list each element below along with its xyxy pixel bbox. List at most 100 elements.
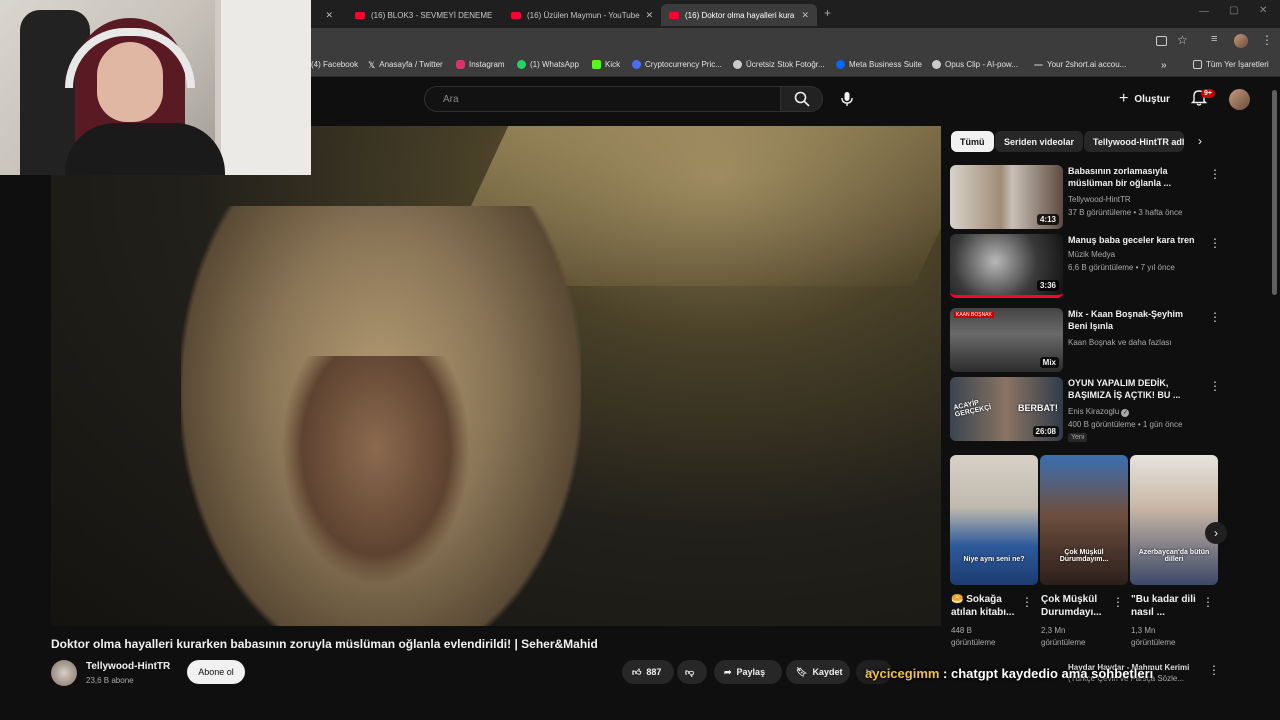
address-bar-row: ☆ ≡ ⋮ xyxy=(311,28,1280,56)
bookmark-opus[interactable]: Opus Clip - AI-pow... xyxy=(932,60,1018,69)
dislike-button[interactable]: 👎︎ xyxy=(677,660,707,684)
new-tab-button[interactable]: + xyxy=(824,6,831,20)
youtube-icon xyxy=(355,11,365,19)
chat-overlay-message: aycicegimm : chatgpt kaydedio ama sohbet… xyxy=(865,666,1154,681)
install-icon[interactable] xyxy=(1156,36,1167,46)
chip-channel[interactable]: Tellywood-HintTR adl xyxy=(1084,131,1184,152)
plus-icon: + xyxy=(1119,90,1129,107)
video-thumbnail[interactable]: ACAYİP GERÇEKÇİ BERBAT! 26:08 xyxy=(950,377,1063,441)
save-button[interactable]: 🔖︎ Kaydet xyxy=(786,660,850,684)
tab-blok3[interactable]: (16) BLOK3 - SEVMEYİ DENEME ✕ xyxy=(347,4,499,26)
scrollbar[interactable] xyxy=(1272,90,1277,295)
share-button[interactable]: ➦ Paylaş xyxy=(714,660,782,684)
video-player[interactable] xyxy=(51,126,941,626)
star-icon[interactable]: ☆ xyxy=(1177,33,1188,47)
short-views: 1,3 Mn görüntüleme xyxy=(1131,626,1176,647)
voice-search-button[interactable] xyxy=(833,86,861,112)
key-icon xyxy=(733,60,742,69)
subscriber-count: 23,6 B abone xyxy=(86,676,134,685)
short-thumbnail[interactable]: Çok Müşkül Durumdayım... xyxy=(1040,455,1128,585)
bookmark-facebook[interactable]: (4) Facebook xyxy=(311,60,358,69)
2short-icon xyxy=(1034,63,1043,66)
short-views: 2,3 Mn görüntüleme xyxy=(1041,626,1086,647)
bookmark-crypto[interactable]: Cryptocurrency Pric... xyxy=(632,60,722,69)
bookmark-icon: 🔖︎ xyxy=(796,666,808,677)
search-button[interactable] xyxy=(781,86,823,112)
maximize-button[interactable]: ▢ xyxy=(1229,5,1238,16)
microphone-icon xyxy=(841,92,853,106)
tab-doktor[interactable]: (16) Doktor olma hayalleri kura ✕ xyxy=(661,4,817,26)
short-title[interactable]: 🥯 Sokağa atılan kitabı... xyxy=(951,593,1029,619)
bookmark-instagram[interactable]: Instagram xyxy=(456,60,505,69)
coin-icon xyxy=(632,60,641,69)
verified-icon: ✓ xyxy=(1121,409,1130,417)
x-icon: 𝕏 xyxy=(368,60,376,70)
bookmark-twitter[interactable]: 𝕏 Anasayfa / Twitter xyxy=(368,60,443,70)
short-thumbnail[interactable]: Azerbaycan'da bütün dilleri xyxy=(1130,455,1218,585)
youtube-icon xyxy=(511,11,521,19)
thumbs-down-icon: 👎︎ xyxy=(685,666,695,677)
video-thumbnail[interactable]: 4:13 xyxy=(950,165,1063,229)
bookmark-2short[interactable]: Your 2short.ai accou... xyxy=(1034,60,1126,69)
more-options-icon[interactable]: ⋮ xyxy=(1208,663,1220,677)
chevron-right-icon[interactable]: › xyxy=(1205,522,1227,544)
bookmark-whatsapp[interactable]: (1) WhatsApp xyxy=(517,60,579,69)
youtube-icon xyxy=(669,11,679,19)
create-button[interactable]: + Oluştur xyxy=(1119,88,1170,110)
chip-all[interactable]: Tümü xyxy=(951,131,994,152)
minimize-button[interactable]: — xyxy=(1199,6,1209,17)
account-avatar[interactable] xyxy=(1229,89,1250,110)
more-options-icon[interactable]: ⋮ xyxy=(1021,595,1033,609)
related-video[interactable]: ACAYİP GERÇEKÇİ BERBAT! 26:08 OYUN YAPAL… xyxy=(950,377,1221,443)
bookmarks-bar: (4) Facebook 𝕏 Anasayfa / Twitter Instagr… xyxy=(311,56,1280,77)
bookmark-kick[interactable]: Kick xyxy=(592,60,620,69)
bookmarks-overflow-icon[interactable]: » xyxy=(1161,60,1167,71)
close-icon[interactable]: ✕ xyxy=(492,10,499,21)
more-options-icon[interactable]: ⋮ xyxy=(1209,167,1221,181)
channel-name[interactable]: Tellywood-HintTR xyxy=(86,661,170,672)
more-options-icon[interactable]: ⋮ xyxy=(1202,595,1214,609)
tab-maymun[interactable]: (16) Üzülen Maymun - YouTube ✕ xyxy=(503,4,655,26)
related-video[interactable]: KAAN BOŞNAK Mix Mix - Kaan Boşnak-Şeyhim… xyxy=(950,308,1221,374)
tab-partial[interactable]: ✕ xyxy=(311,4,341,26)
channel-avatar[interactable] xyxy=(51,660,77,686)
video-thumbnail[interactable]: 3:36 xyxy=(950,234,1063,298)
short-thumbnail[interactable]: Niye aynı seni ne? xyxy=(950,455,1038,585)
video-title: Doktor olma hayalleri kurarken babasının… xyxy=(51,637,598,651)
share-icon: ➦ xyxy=(724,666,732,677)
close-window-button[interactable]: ✕ xyxy=(1259,5,1267,16)
close-icon[interactable]: ✕ xyxy=(795,10,809,21)
tab-label: (16) BLOK3 - SEVMEYİ DENEME xyxy=(371,10,493,20)
menu-icon[interactable]: ⋮ xyxy=(1261,33,1273,47)
close-icon[interactable]: ✕ xyxy=(640,10,654,21)
chevron-right-icon[interactable]: › xyxy=(1198,134,1202,148)
instagram-icon xyxy=(456,60,465,69)
subscribe-button[interactable]: Abone ol xyxy=(187,660,245,684)
related-video[interactable]: 4:13 Babasının zorlamasıyla müslüman bir… xyxy=(950,165,1221,231)
close-icon[interactable]: ✕ xyxy=(319,10,333,21)
media-icon[interactable]: ≡ xyxy=(1211,33,1217,45)
chip-series[interactable]: Seriden videolar xyxy=(995,131,1084,152)
video-thumbnail[interactable]: KAAN BOŞNAK Mix xyxy=(950,308,1063,372)
more-options-icon[interactable]: ⋮ xyxy=(1209,310,1221,324)
more-options-icon[interactable]: ⋮ xyxy=(1112,595,1124,609)
like-button[interactable]: 👍︎ 887 xyxy=(622,660,674,684)
related-video[interactable]: 3:36 Manuş baba geceler kara tren Müzik … xyxy=(950,234,1221,300)
search-icon xyxy=(794,91,810,107)
folder-icon xyxy=(1193,60,1202,69)
short-title[interactable]: "Bu kadar dili nasıl ... xyxy=(1131,593,1209,619)
bookmark-stock-photo[interactable]: Ücretsiz Stok Fotoğr... xyxy=(733,60,825,69)
bookmark-meta[interactable]: Meta Business Suite xyxy=(836,60,922,69)
channel-name[interactable]: Enis Kirazoglu ✓ xyxy=(1068,407,1130,417)
search-input[interactable]: Ara xyxy=(424,86,781,112)
opus-icon xyxy=(932,60,941,69)
kick-icon xyxy=(592,60,601,69)
all-bookmarks[interactable]: Tüm Yer İşaretleri xyxy=(1193,60,1269,69)
whatsapp-icon xyxy=(517,60,526,69)
more-options-icon[interactable]: ⋮ xyxy=(1209,379,1221,393)
meta-icon xyxy=(836,60,845,69)
short-title[interactable]: Çok Müşkül Durumdayı... xyxy=(1041,593,1119,619)
profile-avatar[interactable] xyxy=(1234,34,1248,48)
webcam-overlay xyxy=(0,0,311,175)
more-options-icon[interactable]: ⋮ xyxy=(1209,236,1221,250)
